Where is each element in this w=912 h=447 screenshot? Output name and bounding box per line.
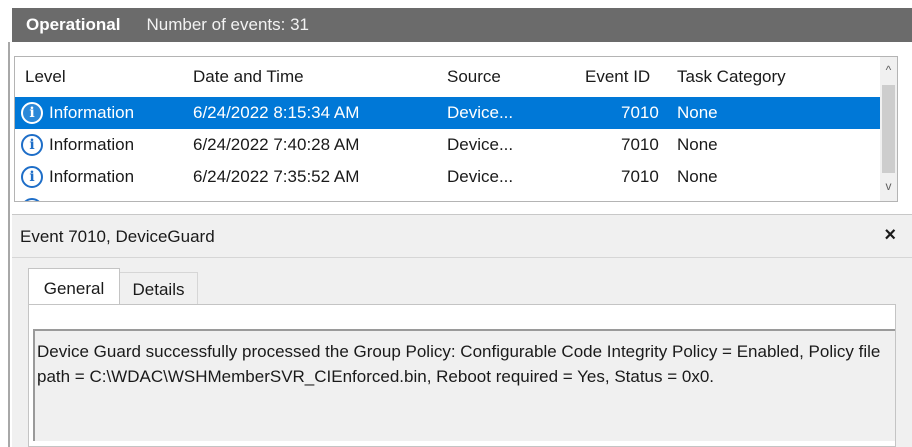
- info-icon: i: [21, 166, 43, 188]
- table-row[interactable]: i Information 6/24/2022 8:15:34 AM Devic…: [15, 97, 881, 129]
- row-task-category: None: [677, 167, 718, 186]
- column-header-source[interactable]: Source: [447, 67, 501, 87]
- general-tab-panel: Device Guard successfully processed the …: [28, 304, 896, 447]
- info-icon: i: [21, 198, 43, 201]
- row-task-category: None: [677, 135, 718, 154]
- event-count: Number of events: 31: [146, 15, 309, 34]
- event-list[interactable]: Level Date and Time Source Event ID Task…: [14, 56, 898, 202]
- frame-divider: [8, 42, 10, 447]
- scroll-up-icon[interactable]: ^: [880, 63, 897, 81]
- row-event-id: 7010: [621, 103, 659, 122]
- close-icon[interactable]: ×: [884, 224, 896, 247]
- window-frame: [0, 0, 12, 447]
- info-icon: i: [21, 134, 43, 156]
- row-level: Information: [49, 103, 135, 122]
- vertical-scrollbar[interactable]: ^ v: [880, 57, 897, 201]
- info-icon: i: [21, 102, 43, 124]
- event-detail-pane: General Details Device Guard successfull…: [12, 258, 912, 447]
- row-level: Information: [49, 135, 135, 154]
- column-header-level[interactable]: Level: [25, 67, 66, 87]
- table-row[interactable]: i Information 6/24/2022 7:40:28 AM Devic…: [15, 129, 881, 161]
- row-level: Information: [49, 167, 135, 186]
- tab-details[interactable]: Details: [120, 272, 198, 304]
- row-date-time: 6/24/2022 7:40:28 AM: [193, 135, 360, 154]
- column-header-task-category[interactable]: Task Category: [677, 67, 786, 87]
- column-header-date-time[interactable]: Date and Time: [193, 67, 304, 87]
- event-message[interactable]: Device Guard successfully processed the …: [33, 329, 895, 441]
- tab-general[interactable]: General: [28, 268, 120, 305]
- row-source: Device...: [447, 103, 514, 122]
- log-title: Operational: [26, 15, 121, 34]
- row-task-category: None: [677, 103, 718, 122]
- event-detail-header: Event 7010, DeviceGuard ×: [12, 214, 912, 258]
- log-title-bar: Operational Number of events: 31: [12, 8, 912, 42]
- event-detail-title: Event 7010, DeviceGuard: [20, 227, 215, 246]
- table-row[interactable]: i Information 6/24/2022 7:35:52 AM Devic…: [15, 161, 881, 193]
- row-event-id: 7010: [621, 135, 659, 154]
- table-row-partial[interactable]: i: [15, 193, 881, 201]
- row-date-time: 6/24/2022 7:35:52 AM: [193, 167, 360, 186]
- row-source: Device...: [447, 135, 514, 154]
- row-date-time: 6/24/2022 8:15:34 AM: [193, 103, 360, 122]
- scroll-down-icon[interactable]: v: [880, 179, 897, 197]
- column-header-row: Level Date and Time Source Event ID Task…: [15, 57, 881, 93]
- column-header-event-id[interactable]: Event ID: [585, 67, 650, 87]
- row-source: Device...: [447, 167, 514, 186]
- scroll-thumb[interactable]: [882, 85, 895, 173]
- row-event-id: 7010: [621, 167, 659, 186]
